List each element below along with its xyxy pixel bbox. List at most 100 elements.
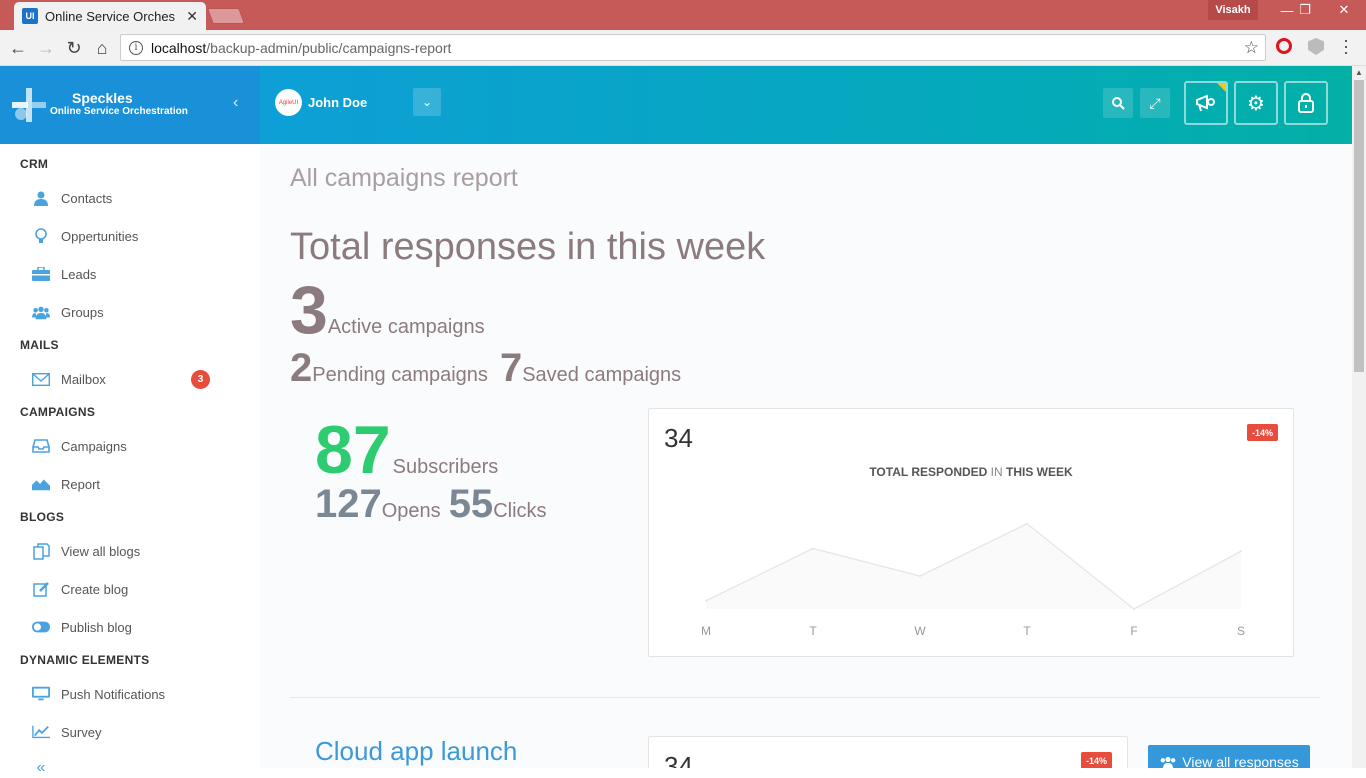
bookmark-star-icon[interactable]: ☆	[1244, 38, 1259, 58]
collapse-sidebar-icon[interactable]: ‹	[233, 94, 238, 112]
forward-icon[interactable]: →	[34, 36, 58, 60]
sidebar-item-label: Create blog	[61, 581, 129, 597]
campaign-title-cloud-app-launch[interactable]: Cloud app launch	[315, 736, 517, 767]
sidebar-item-push-notifications[interactable]: Push Notifications	[32, 684, 165, 704]
brand-header: Speckles Online Service Orchestration ‹	[0, 66, 260, 144]
chart-point	[1133, 608, 1135, 610]
x-tick-label: S	[1237, 624, 1245, 638]
users-icon	[1160, 756, 1176, 768]
scroll-thumb[interactable]	[1354, 80, 1364, 372]
sidebar-item-contacts[interactable]: Contacts	[32, 188, 112, 208]
sidebar-item-campaigns[interactable]: Campaigns	[32, 436, 127, 456]
responses-heading: Total responses in this week	[290, 226, 766, 268]
address-bar[interactable]: i localhost/backup-admin/public/campaign…	[120, 34, 1266, 61]
sidebar-item-report[interactable]: Report	[32, 474, 100, 494]
pending-count: 2	[290, 346, 313, 390]
area-chart-icon	[32, 476, 50, 492]
sidebar-section-mails: MAILS	[20, 338, 59, 352]
chevron-down-icon[interactable]: ⌄	[413, 88, 441, 116]
lightbulb-icon	[32, 228, 50, 244]
toggle-icon	[32, 619, 50, 635]
x-tick-label: T	[809, 624, 817, 638]
user-icon	[32, 190, 50, 206]
chart-point	[705, 599, 707, 602]
sidebar-item-oppertunities[interactable]: Oppertunities	[32, 226, 138, 246]
sidebar-item-mailbox[interactable]: Mailbox	[32, 369, 106, 389]
sidebar-item-view-all-blogs[interactable]: View all blogs	[32, 541, 140, 561]
info-icon[interactable]: i	[129, 40, 143, 55]
close-icon[interactable]: ✕	[186, 8, 198, 25]
sidebar-item-label: Push Notifications	[61, 686, 166, 702]
x-tick-label: M	[701, 624, 711, 638]
x-tick-label: T	[1023, 624, 1031, 638]
saved-label: Saved campaigns	[522, 364, 682, 386]
opens-clicks-stats: 127 Opens 55 Clicks	[315, 482, 547, 527]
clicks-count: 55	[448, 482, 494, 526]
sidebar-section-campaigns: CAMPAIGNS	[20, 405, 96, 419]
campaign-change-badge: -14%	[1080, 752, 1112, 768]
url-path: /backup-admin/public/campaigns-report	[206, 39, 452, 56]
sidebar-item-publish-blog[interactable]: Publish blog	[32, 617, 132, 637]
sidebar-item-label: Mailbox	[61, 371, 106, 387]
home-icon[interactable]: ⌂	[90, 36, 114, 60]
notification-indicator	[1217, 83, 1226, 92]
mailbox-count-badge: 3	[191, 370, 210, 389]
reload-icon[interactable]: ↻	[62, 36, 86, 60]
sidebar-item-label: Contacts	[61, 190, 113, 206]
app-header: AgileUI John Doe ⌄ ⤢ ⚙	[260, 66, 1352, 144]
x-tick-label: F	[1130, 624, 1137, 638]
new-tab-button[interactable]	[207, 8, 245, 24]
page-scrollbar[interactable]: ▲	[1352, 66, 1366, 768]
settings-gear-icon[interactable]: ⚙	[1234, 81, 1278, 125]
view-all-responses-button[interactable]: View all responses	[1148, 745, 1310, 768]
sidebar-item-survey[interactable]: Survey	[32, 722, 101, 742]
megaphone-icon[interactable]	[1184, 81, 1228, 125]
pending-label: Pending campaigns	[312, 364, 488, 386]
tab-title: Online Service Orchestra	[45, 8, 175, 24]
clicks-label: Clicks	[493, 500, 547, 522]
sidebar-item-label: Survey	[61, 724, 102, 740]
sidebar-item-create-blog[interactable]: Create blog	[32, 579, 128, 599]
view-all-responses-label: View all responses	[1182, 754, 1299, 768]
sidebar-item-label: Oppertunities	[61, 228, 139, 244]
browser-menu-icon[interactable]: · · ·	[1343, 31, 1349, 61]
search-icon[interactable]	[1103, 88, 1133, 118]
user-name[interactable]: John Doe	[308, 95, 367, 110]
inbox-icon	[32, 438, 50, 454]
sidebar-item-label: Report	[61, 476, 101, 492]
page-title: All campaigns report	[290, 164, 518, 192]
sidebar-section-blogs: BLOGS	[20, 510, 65, 524]
active-campaigns-stat: 3 Active campaigns	[290, 272, 485, 348]
sidebar-item-groups[interactable]: Groups	[32, 302, 104, 322]
sidebar-item-partial[interactable]: «	[32, 758, 61, 778]
sidebar-section-dynamic-elements: DYNAMIC ELEMENTS	[20, 653, 150, 667]
window-close-icon[interactable]: ✕	[1322, 0, 1366, 20]
x-tick-label: W	[914, 624, 926, 638]
browser-tab[interactable]: UI Online Service Orchestra ✕	[14, 2, 206, 30]
logo-icon	[12, 88, 46, 122]
active-label: Active campaigns	[327, 316, 485, 338]
favicon-icon: UI	[22, 8, 38, 24]
subscribers-stat: 87 Subscribers	[315, 412, 498, 488]
active-count: 3	[290, 272, 328, 348]
sidebar-item-label: Groups	[61, 304, 104, 320]
scroll-up-icon[interactable]: ▲	[1352, 66, 1366, 80]
sidebar-item-leads[interactable]: Leads	[32, 264, 96, 284]
chart-point	[812, 547, 814, 550]
restore-icon[interactable]: ❐	[1288, 0, 1322, 20]
avatar[interactable]: AgileUI	[275, 89, 302, 116]
opera-icon[interactable]	[1276, 38, 1292, 54]
brand-name: Speckles	[72, 90, 133, 106]
opens-label: Opens	[381, 500, 441, 522]
browser-toolbar: ← → ↻ ⌂ i localhost/backup-admin/public/…	[0, 30, 1366, 66]
chart-point	[1240, 550, 1242, 553]
profile-name[interactable]: Visakh	[1208, 0, 1258, 20]
back-icon[interactable]: ←	[6, 36, 30, 60]
subscribers-count: 87	[315, 412, 391, 488]
saved-count: 7	[499, 346, 523, 390]
sidebar-item-label: View all blogs	[61, 543, 141, 559]
sidebar: CRM Contacts Oppertunities Leads Groups …	[0, 144, 260, 776]
fullscreen-icon[interactable]: ⤢	[1140, 88, 1170, 118]
briefcase-icon	[32, 266, 50, 282]
lock-icon[interactable]	[1284, 81, 1328, 125]
